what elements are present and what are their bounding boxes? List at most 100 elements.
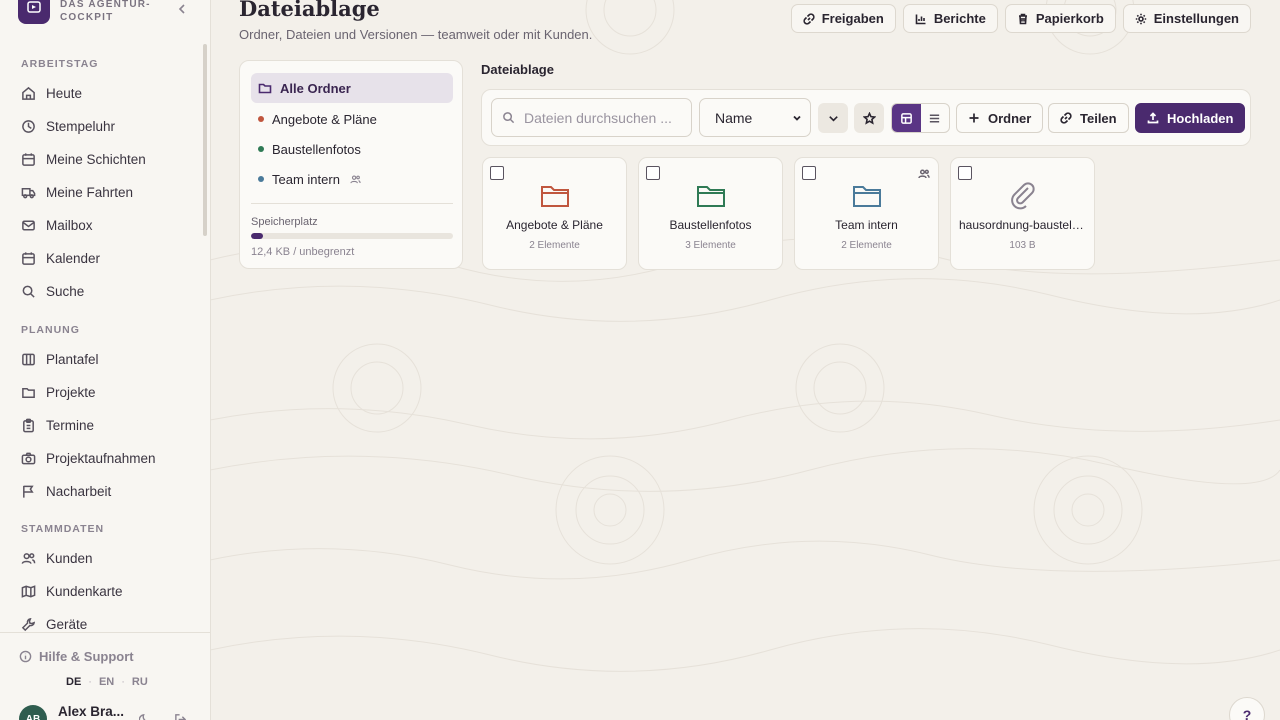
- card-meta: 3 Elemente: [685, 240, 736, 251]
- page-title: Dateiablage: [239, 0, 380, 21]
- view-toggle: [891, 103, 950, 133]
- lang-ru[interactable]: RU: [132, 676, 148, 688]
- collapse-sidebar-button[interactable]: [175, 2, 189, 16]
- bar-chart-icon: [915, 14, 926, 24]
- lang-de[interactable]: DE: [66, 676, 81, 688]
- lang-en[interactable]: EN: [99, 676, 114, 688]
- nav-item-mailbox[interactable]: Mailbox: [21, 214, 93, 236]
- truck-icon: [21, 187, 36, 198]
- nav-item-kalender[interactable]: Kalender: [21, 247, 100, 269]
- nav-label: Heute: [46, 85, 83, 101]
- lang-separator: ·: [88, 676, 92, 688]
- logo-icon: [27, 1, 41, 13]
- file-card-hausordnung[interactable]: hausordnung-baustelle... 103 B: [950, 157, 1095, 270]
- nav-label: Kalender: [46, 250, 101, 266]
- file-toolbar: Name Ordner Teilen Hochladen: [481, 89, 1251, 146]
- folder-label: Baustellenfotos: [272, 141, 361, 157]
- user-name: Alex Bra...: [58, 703, 125, 719]
- grid-icon: [900, 112, 912, 124]
- nav-item-stempeluhr[interactable]: Stempeluhr: [21, 115, 115, 137]
- sidebar-scrollbar[interactable]: [203, 44, 207, 236]
- sort-value: Name: [715, 109, 753, 126]
- link-icon: [1060, 112, 1072, 124]
- freigaben-button[interactable]: Freigaben: [790, 4, 896, 33]
- clock-icon: [22, 119, 35, 133]
- einstellungen-label: Einstellungen: [1153, 11, 1239, 26]
- nav-item-heute[interactable]: Heute: [21, 82, 82, 104]
- app-logo[interactable]: [18, 0, 50, 24]
- home-icon: [22, 86, 35, 100]
- logout-icon[interactable]: [174, 713, 187, 720]
- papierkorb-button[interactable]: Papierkorb: [1004, 4, 1116, 33]
- search-icon: [503, 112, 515, 124]
- folder-card-team-intern[interactable]: Team intern 2 Elemente: [794, 157, 939, 270]
- nav-item-projekte[interactable]: Projekte: [21, 381, 96, 403]
- brand-tagline: DAS AGENTUR-COCKPIT: [60, 0, 151, 23]
- folder-label: Team intern: [272, 171, 340, 187]
- chevron-left-icon: [178, 4, 185, 14]
- select-checkbox[interactable]: [958, 166, 972, 180]
- card-meta: 2 Elemente: [841, 240, 892, 251]
- new-folder-button[interactable]: Ordner: [956, 103, 1044, 133]
- nav-label: Mailbox: [46, 217, 93, 233]
- upload-icon: [1147, 112, 1159, 124]
- nav-item-meine-fahrten[interactable]: Meine Fahrten: [21, 181, 133, 203]
- sort-select[interactable]: Name: [699, 98, 811, 137]
- nav-item-termine[interactable]: Termine: [21, 414, 94, 436]
- storage-usage-text: 12,4 KB / unbegrenzt: [251, 246, 355, 258]
- card-name: hausordnung-baustelle...: [959, 218, 1092, 232]
- user-profile[interactable]: AB Alex Bra...: [19, 703, 187, 720]
- list-icon: [930, 114, 940, 122]
- folder-color-dot: [258, 176, 264, 182]
- einstellungen-button[interactable]: Einstellungen: [1122, 4, 1251, 33]
- berichte-label: Berichte: [933, 11, 986, 26]
- chevron-down-icon: [828, 115, 838, 121]
- link-icon: [803, 12, 815, 25]
- nav-item-projektaufnahmen[interactable]: Projektaufnahmen: [21, 447, 156, 469]
- nav-section-stammdaten: STAMMDATEN: [21, 523, 105, 535]
- folder-card-baustellenfotos[interactable]: Baustellenfotos 3 Elemente: [638, 157, 783, 270]
- storage-label: Speicherplatz: [251, 216, 318, 228]
- folder-item-all[interactable]: Alle Ordner: [251, 73, 453, 103]
- board-icon: [22, 353, 35, 365]
- upload-button[interactable]: Hochladen: [1135, 103, 1246, 133]
- help-fab-button[interactable]: ?: [1229, 697, 1265, 720]
- nav-item-plantafel[interactable]: Plantafel: [21, 348, 99, 370]
- help-support-link[interactable]: Hilfe & Support: [19, 649, 134, 664]
- folder-item-angebote[interactable]: Angebote & Pläne: [251, 104, 453, 134]
- select-checkbox[interactable]: [802, 166, 816, 180]
- nav-item-meine-schichten[interactable]: Meine Schichten: [21, 148, 146, 170]
- search-input[interactable]: [524, 109, 684, 126]
- folder-icon: [850, 178, 884, 212]
- folder-label: Angebote & Pläne: [272, 111, 377, 127]
- grid-view-button[interactable]: [892, 104, 921, 132]
- help-label: Hilfe & Support: [39, 649, 134, 664]
- folder-item-baustellenfotos[interactable]: Baustellenfotos: [251, 134, 453, 164]
- select-checkbox[interactable]: [490, 166, 504, 180]
- shared-users-icon: [918, 167, 930, 179]
- nav-item-nacharbeit[interactable]: Nacharbeit: [21, 480, 111, 502]
- nav-item-kunden[interactable]: Kunden: [21, 547, 93, 569]
- star-icon: [862, 111, 876, 125]
- nav-item-kundenkarte[interactable]: Kundenkarte: [21, 580, 123, 602]
- page-subtitle: Ordner, Dateien und Versionen — teamweit…: [239, 27, 593, 42]
- share-button[interactable]: Teilen: [1048, 103, 1129, 133]
- papierkorb-label: Papierkorb: [1035, 11, 1104, 26]
- calendar-icon: [22, 152, 35, 166]
- nav-label: Kunden: [46, 550, 93, 566]
- berichte-button[interactable]: Berichte: [902, 4, 998, 33]
- folder-icon: [22, 387, 35, 398]
- folder-item-team-intern[interactable]: Team intern: [251, 164, 453, 194]
- nav-label: Termine: [46, 417, 95, 433]
- avatar[interactable]: AB: [19, 705, 47, 720]
- sort-direction-button[interactable]: [818, 103, 848, 133]
- nav-item-suche[interactable]: Suche: [21, 280, 84, 302]
- select-checkbox[interactable]: [646, 166, 660, 180]
- favorites-filter-button[interactable]: [854, 103, 884, 133]
- lang-separator: ·: [121, 676, 125, 688]
- folder-card-angebote[interactable]: Angebote & Pläne 2 Elemente: [482, 157, 627, 270]
- map-icon: [21, 584, 36, 598]
- moon-icon[interactable]: [139, 713, 152, 720]
- list-view-button[interactable]: [921, 104, 950, 132]
- nav-section-planung: PLANUNG: [21, 324, 80, 336]
